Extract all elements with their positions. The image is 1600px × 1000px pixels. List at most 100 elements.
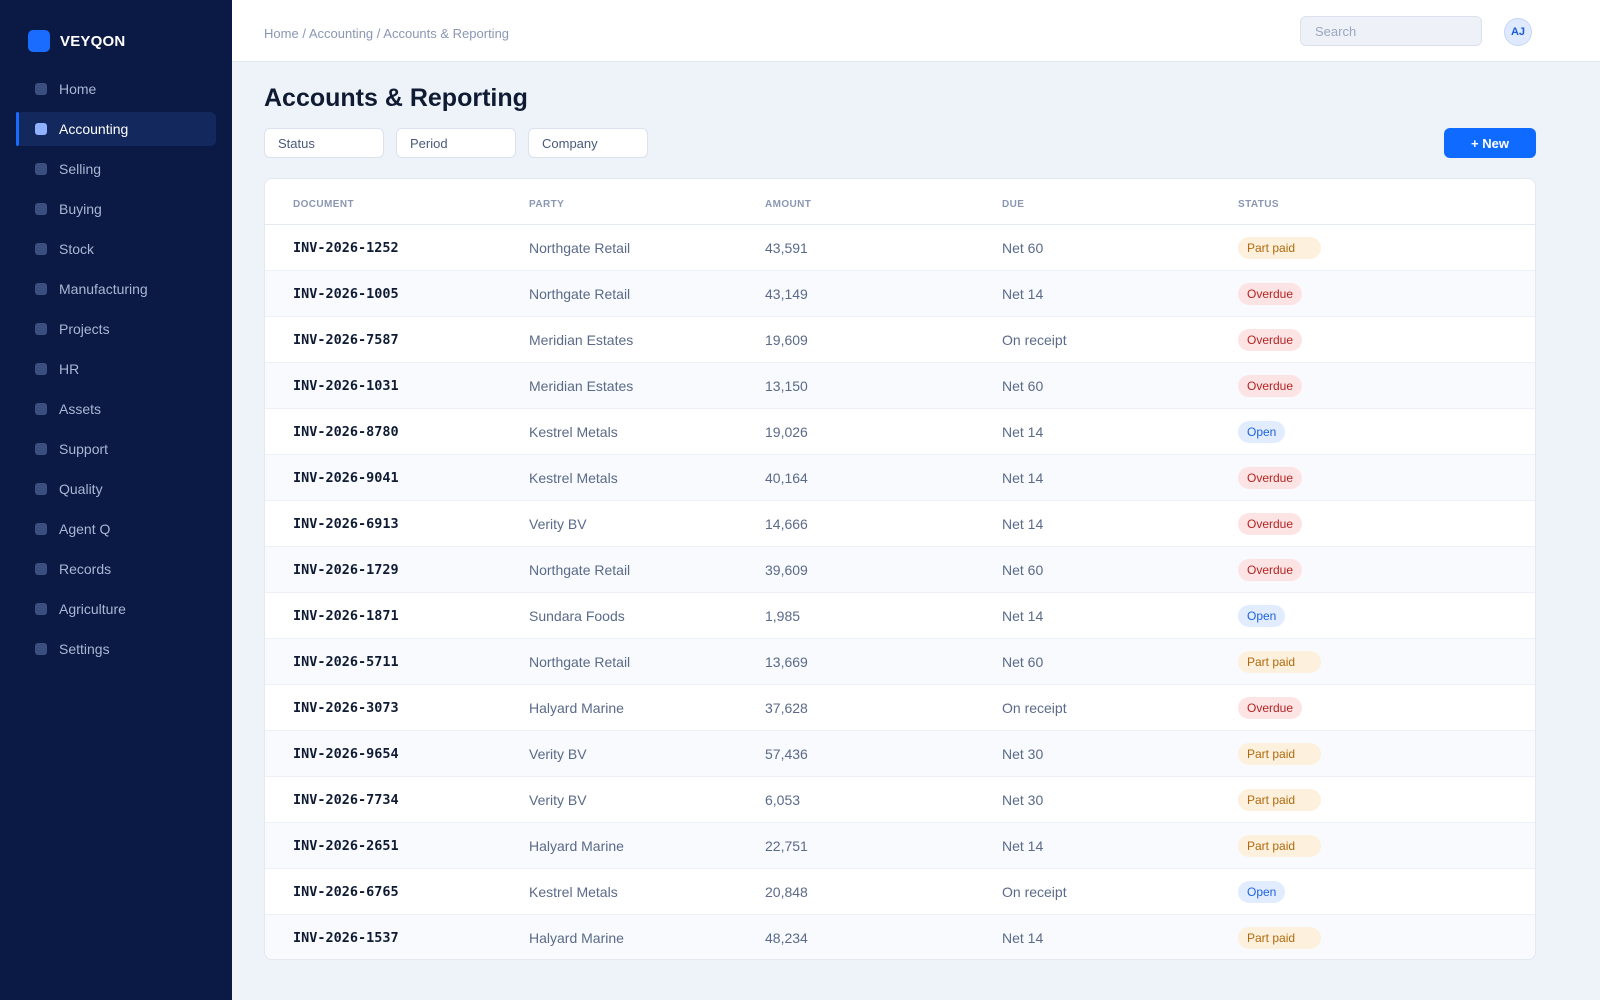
status-badge: Open: [1238, 421, 1286, 443]
sidebar-item-hr[interactable]: HR: [16, 352, 216, 386]
nav-square-icon: [35, 643, 47, 655]
breadcrumb: Home / Accounting / Accounts & Reporting: [264, 26, 509, 41]
status-filter[interactable]: Status: [264, 128, 384, 158]
sidebar-item-home[interactable]: Home: [16, 72, 216, 106]
status-badge: Overdue: [1238, 559, 1303, 581]
table-row[interactable]: INV-2026-5711 Northgate Retail 13,669 Net 6…: [265, 639, 1535, 685]
table-row[interactable]: INV-2026-1005 Northgate Retail 43,149 Net 1…: [265, 271, 1535, 317]
brand-logo-icon: [28, 30, 50, 52]
document-cell[interactable]: INV-2026-1031: [293, 378, 399, 394]
party-cell: Meridian Estates: [529, 378, 634, 394]
sidebar-item-label: Stock: [59, 241, 95, 257]
nav-square-icon: [35, 203, 47, 215]
table-row[interactable]: INV-2026-3073 Halyard Marine 37,628 On rece…: [265, 685, 1535, 731]
status-badge: Part paid: [1238, 835, 1322, 857]
sidebar-item-support[interactable]: Support: [16, 432, 216, 466]
sidebar-item-label: Quality: [59, 481, 103, 497]
sidebar-item-settings[interactable]: Settings: [16, 632, 216, 666]
sidebar-item-label: Agriculture: [59, 601, 126, 617]
amount-cell: 43,149: [765, 286, 808, 302]
avatar[interactable]: AJ: [1504, 18, 1532, 46]
new-button[interactable]: + New: [1444, 128, 1536, 158]
sidebar-item-label: Assets: [59, 401, 102, 417]
document-cell[interactable]: INV-2026-1537: [293, 930, 399, 946]
nav-square-icon: [35, 283, 47, 295]
nav-square-icon: [35, 603, 47, 615]
due-cell: Net 30: [1002, 792, 1044, 808]
search-input[interactable]: [1300, 16, 1482, 46]
sidebar-item-stock[interactable]: Stock: [16, 232, 216, 266]
sidebar: VEYQON Home Accounting Selling Buying Stock M…: [0, 0, 232, 1000]
sidebar-item-label: Home: [59, 81, 97, 97]
table-row[interactable]: INV-2026-7587 Meridian Estates 19,609 On re…: [265, 317, 1535, 363]
amount-cell: 48,234: [765, 930, 808, 946]
sidebar-item-accounting[interactable]: Accounting: [16, 112, 216, 146]
table-row[interactable]: INV-2026-1252 Northgate Retail 43,591 Net 6…: [265, 225, 1535, 271]
column-header-status[interactable]: STATUS: [1238, 199, 1279, 210]
page-title: Accounts & Reporting: [264, 84, 528, 112]
sidebar-item-label: Accounting: [59, 121, 129, 137]
document-cell[interactable]: INV-2026-1871: [293, 608, 399, 624]
sidebar-item-projects[interactable]: Projects: [16, 312, 216, 346]
nav-square-icon: [35, 443, 47, 455]
document-cell[interactable]: INV-2026-1005: [293, 286, 399, 302]
amount-cell: 40,164: [765, 470, 808, 486]
party-cell: Sundara Foods: [529, 608, 625, 624]
document-cell[interactable]: INV-2026-1252: [293, 240, 399, 256]
table-row[interactable]: INV-2026-7734 Verity BV 6,053 Net 30 Part pa…: [265, 777, 1535, 823]
company-filter[interactable]: Company: [528, 128, 648, 158]
table-body: INV-2026-1252 Northgate Retail 43,591 Net 6…: [265, 225, 1535, 959]
column-header-amount[interactable]: AMOUNT: [765, 199, 811, 210]
breadcrumb-accounting[interactable]: Accounting: [309, 26, 373, 41]
document-cell[interactable]: INV-2026-6913: [293, 516, 399, 532]
table-row[interactable]: INV-2026-6765 Kestrel Metals 20,848 On rece…: [265, 869, 1535, 915]
sidebar-item-label: Buying: [59, 201, 102, 217]
table-row[interactable]: INV-2026-1871 Sundara Foods 1,985 Net 14 Ope…: [265, 593, 1535, 639]
status-badge: Overdue: [1238, 697, 1303, 719]
status-badge: Overdue: [1238, 513, 1303, 535]
table-row[interactable]: INV-2026-9654 Verity BV 57,436 Net 30 Part p…: [265, 731, 1535, 777]
sidebar-item-selling[interactable]: Selling: [16, 152, 216, 186]
sidebar-item-agent-q[interactable]: Agent Q: [16, 512, 216, 546]
sidebar-item-quality[interactable]: Quality: [16, 472, 216, 506]
sidebar-item-records[interactable]: Records: [16, 552, 216, 586]
due-cell: Net 14: [1002, 838, 1044, 854]
table-row[interactable]: INV-2026-9041 Kestrel Metals 40,164 Net 14 O…: [265, 455, 1535, 501]
due-cell: Net 60: [1002, 654, 1044, 670]
sidebar-item-assets[interactable]: Assets: [16, 392, 216, 426]
document-cell[interactable]: INV-2026-9041: [293, 470, 399, 486]
sidebar-item-label: Records: [59, 561, 112, 577]
document-cell[interactable]: INV-2026-3073: [293, 700, 399, 716]
document-cell[interactable]: INV-2026-6765: [293, 884, 399, 900]
party-cell: Kestrel Metals: [529, 470, 618, 486]
sidebar-item-manufacturing[interactable]: Manufacturing: [16, 272, 216, 306]
column-header-party[interactable]: PARTY: [529, 199, 564, 210]
table-row[interactable]: INV-2026-2651 Halyard Marine 22,751 Net 14 P…: [265, 823, 1535, 869]
column-header-document[interactable]: DOCUMENT: [293, 199, 354, 210]
status-badge: Overdue: [1238, 375, 1303, 397]
breadcrumb-home[interactable]: Home: [264, 26, 299, 41]
table-row[interactable]: INV-2026-8780 Kestrel Metals 19,026 Net 14 O…: [265, 409, 1535, 455]
document-cell[interactable]: INV-2026-2651: [293, 838, 399, 854]
brand[interactable]: VEYQON: [28, 30, 125, 52]
period-filter[interactable]: Period: [396, 128, 516, 158]
document-cell[interactable]: INV-2026-5711: [293, 654, 399, 670]
nav-square-icon: [35, 563, 47, 575]
nav-square-icon: [35, 523, 47, 535]
column-header-due[interactable]: DUE: [1002, 199, 1024, 210]
table-row[interactable]: INV-2026-1031 Meridian Estates 13,150 Net 6…: [265, 363, 1535, 409]
document-cell[interactable]: INV-2026-8780: [293, 424, 399, 440]
document-cell[interactable]: INV-2026-1729: [293, 562, 399, 578]
table-row[interactable]: INV-2026-1537 Halyard Marine 48,234 Net 14 P…: [265, 915, 1535, 959]
sidebar-item-buying[interactable]: Buying: [16, 192, 216, 226]
table-row[interactable]: INV-2026-1729 Northgate Retail 39,609 Net 6…: [265, 547, 1535, 593]
party-cell: Northgate Retail: [529, 240, 631, 256]
table-row[interactable]: INV-2026-6913 Verity BV 14,666 Net 14 Overdu…: [265, 501, 1535, 547]
document-cell[interactable]: INV-2026-9654: [293, 746, 399, 762]
document-cell[interactable]: INV-2026-7734: [293, 792, 399, 808]
due-cell: Net 60: [1002, 378, 1044, 394]
sidebar-item-label: HR: [59, 361, 80, 377]
sidebar-item-agriculture[interactable]: Agriculture: [16, 592, 216, 626]
status-filter-label: Status: [278, 135, 315, 151]
document-cell[interactable]: INV-2026-7587: [293, 332, 399, 348]
